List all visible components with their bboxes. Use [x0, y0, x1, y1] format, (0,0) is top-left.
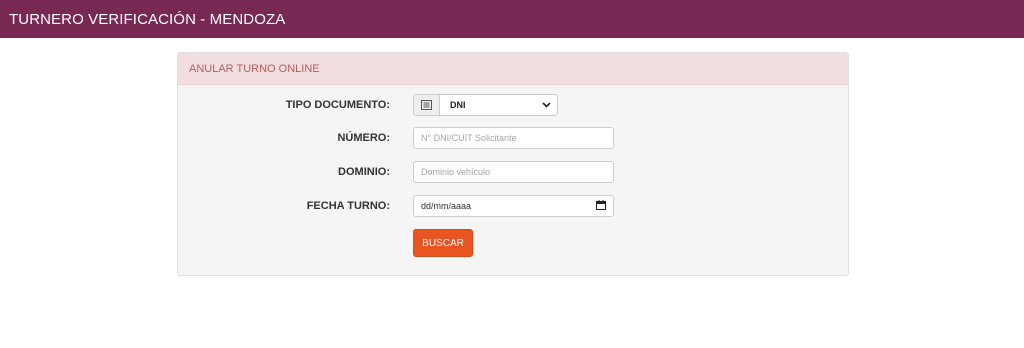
tipo-documento-value[interactable]: DNI: [440, 95, 557, 115]
tipo-documento-select[interactable]: DNI: [413, 94, 558, 116]
calendar-icon[interactable]: [596, 200, 606, 212]
fecha-turno-label: FECHA TURNO:: [306, 200, 390, 212]
tipo-documento-selected: DNI: [450, 100, 466, 110]
numero-label: NÚMERO:: [337, 132, 390, 144]
panel-title: ANULAR TURNO ONLINE: [189, 62, 320, 75]
top-navbar: TURNERO VERIFICACIÓN - MENDOZA: [0, 0, 1024, 38]
row-dominio: DOMINIO: Dominio vehículo: [178, 161, 848, 183]
row-fecha-turno: FECHA TURNO: dd/mm/aaaa: [178, 195, 848, 217]
dominio-placeholder: Dominio vehículo: [421, 167, 491, 177]
dominio-label: DOMINIO:: [338, 166, 390, 178]
panel-heading: ANULAR TURNO ONLINE: [178, 53, 848, 85]
numero-input[interactable]: N° DNI/CUIT Solicitante: [413, 127, 614, 149]
app-title: TURNERO VERIFICACIÓN - MENDOZA: [9, 10, 286, 28]
row-numero: NÚMERO: N° DNI/CUIT Solicitante: [178, 127, 848, 149]
cancel-appointment-panel: ANULAR TURNO ONLINE TIPO DOCUMENTO: DNI: [177, 52, 849, 276]
numero-placeholder: N° DNI/CUIT Solicitante: [421, 133, 517, 143]
row-tipo-documento: TIPO DOCUMENTO: DNI: [178, 94, 848, 116]
tipo-documento-label: TIPO DOCUMENTO:: [285, 99, 390, 111]
fecha-turno-value: dd/mm/aaaa: [421, 201, 472, 211]
id-card-icon: [414, 95, 440, 115]
buscar-button[interactable]: BUSCAR: [413, 229, 473, 257]
chevron-down-icon: [542, 100, 551, 110]
dominio-input[interactable]: Dominio vehículo: [413, 161, 614, 183]
fecha-turno-input[interactable]: dd/mm/aaaa: [413, 195, 614, 217]
